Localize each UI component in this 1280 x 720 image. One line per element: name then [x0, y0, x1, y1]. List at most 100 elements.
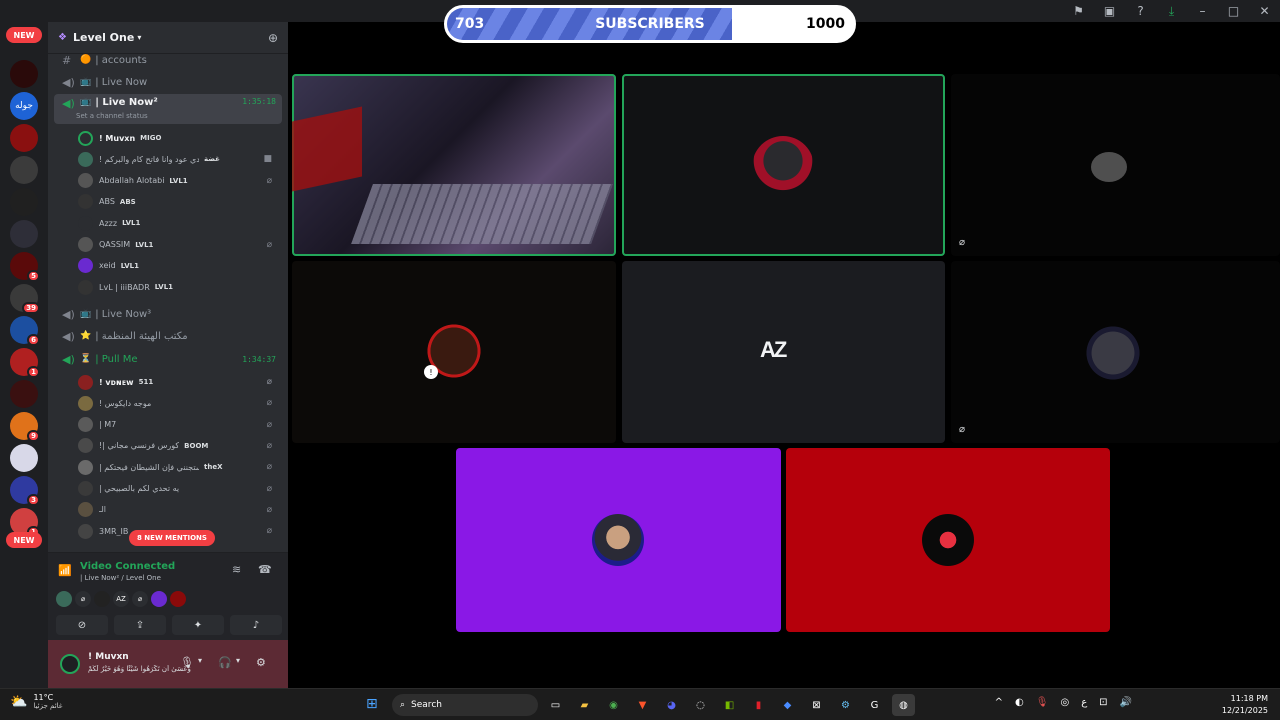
taskbar-search[interactable]: ⌕ Search [392, 694, 538, 716]
voice-user-row[interactable]: Azzz LVL1 [78, 213, 282, 233]
video-tile-user[interactable]: ! [292, 261, 616, 443]
maximize-icon[interactable]: □ [1218, 0, 1249, 22]
language-indicator[interactable]: ع [1081, 697, 1087, 708]
server-icon[interactable]: 3 [10, 476, 40, 506]
channel-live-now-2[interactable]: ◀) 📺 | Live Now² 1:35:18 Set a channel s… [54, 94, 282, 124]
channel-live-now[interactable]: ◀) 📺 | Live Now [54, 72, 282, 92]
channel-status[interactable]: Set a channel status [76, 112, 148, 120]
obs-icon[interactable]: ◍ [892, 694, 915, 716]
new-pill[interactable]: NEW [6, 27, 42, 43]
video-tile-user[interactable]: ⌀ [951, 74, 1280, 256]
activities-button[interactable]: ✦ [172, 615, 224, 635]
channel-accounts[interactable]: # 🟠 | accounts [54, 50, 282, 70]
screen-share-button[interactable]: ⇪ [114, 615, 166, 635]
invite-icon[interactable]: ⊕ [268, 31, 278, 45]
voice-user-row[interactable]: | يه تحدي لكم بالصبيحي ⌀ [78, 479, 282, 499]
download-icon[interactable]: ⤓ [1156, 0, 1187, 22]
soundboard-button[interactable]: ♪ [230, 615, 282, 635]
subscriber-label: SUBSCRIBERS [595, 16, 705, 32]
noise-suppression-icon[interactable]: ≋ [232, 563, 241, 576]
flag-icon[interactable]: ⚑ [1063, 0, 1094, 22]
server-icon[interactable]: جوله [10, 92, 38, 120]
app-icon[interactable]: ◆ [776, 694, 799, 716]
video-tile-user[interactable]: ⌀ [951, 261, 1280, 443]
minimize-icon[interactable]: – [1187, 0, 1218, 22]
voice-user-row[interactable]: ! Muvxn MIGO [78, 128, 282, 148]
video-tile-camera[interactable] [292, 74, 616, 256]
server-icon[interactable] [10, 60, 38, 88]
server-icon[interactable] [10, 380, 38, 408]
server-icon[interactable]: 6 [10, 316, 40, 346]
channel-office[interactable]: ◀) ⭐ | مكتب الهيئة المنظمة [54, 326, 282, 346]
file-explorer-icon[interactable]: ▰ [573, 694, 596, 716]
weather-widget[interactable]: ⛅ 11°C غائم جزئيا [10, 693, 62, 710]
server-icon[interactable]: 9 [10, 412, 40, 442]
nvidia-icon[interactable]: ◧ [718, 694, 741, 716]
video-tile-batman[interactable] [622, 74, 945, 256]
disconnect-icon[interactable]: ☎ [258, 563, 272, 576]
muted-icon: ⌀ [266, 483, 272, 494]
channel-pull-me[interactable]: ◀) ⏳ | Pull Me 1:34:37 [54, 349, 282, 369]
chevron-down-icon[interactable]: ▾ [198, 656, 202, 665]
tray-app-icon[interactable]: ◐ [1015, 697, 1024, 708]
chrome-icon[interactable]: ◉ [602, 694, 625, 716]
server-icon[interactable]: 1 [10, 348, 40, 378]
help-icon[interactable]: ? [1125, 0, 1156, 22]
signal-icon[interactable]: 📶 [58, 564, 72, 577]
app-icon[interactable]: ◌ [689, 694, 712, 716]
voice-status-subtitle[interactable]: | Live Now² / Level One [80, 574, 161, 582]
server-icon[interactable] [10, 156, 38, 184]
app-icon[interactable]: ▮ [747, 694, 770, 716]
steam-icon[interactable]: ⚙ [834, 694, 857, 716]
brave-icon[interactable]: ▼ [631, 694, 654, 716]
discord-icon[interactable]: ◕ [660, 694, 683, 716]
channel-live-now-3[interactable]: ◀) 📺 | Live Now³ [54, 304, 282, 324]
volume-icon[interactable]: 🔊 [1120, 697, 1132, 708]
tray-app-icon[interactable]: ◎ [1060, 697, 1069, 708]
inbox-icon[interactable]: ▣ [1094, 0, 1125, 22]
voice-user-row[interactable]: ! ᴠᴅɴᴇᴡ 511 ⌀ [78, 372, 282, 392]
server-icon[interactable] [10, 124, 38, 152]
headphones-icon[interactable]: 🎧 [218, 656, 232, 669]
new-pill[interactable]: NEW [6, 532, 42, 548]
microphone-icon[interactable]: 🎙 [1036, 697, 1049, 708]
server-icon[interactable] [10, 188, 38, 216]
close-icon[interactable]: ✕ [1249, 0, 1280, 22]
voice-user-row[interactable]: !| كورس فرنسي مجاني BOOM ⌀ [78, 436, 282, 456]
microphone-icon[interactable]: 🎙 [180, 656, 194, 669]
avatar [170, 591, 186, 607]
voice-user-row[interactable]: ! بدي عود وانا فاتح كام والبركم غضة ■ [78, 149, 282, 169]
chevron-up-icon[interactable]: ^ [995, 697, 1003, 708]
network-icon[interactable]: ⊡ [1099, 697, 1107, 708]
speaker-icon: ◀) [62, 75, 75, 89]
settings-gear-icon[interactable]: ⚙ [256, 656, 266, 669]
server-icon[interactable] [10, 220, 38, 248]
app-icon[interactable]: G [863, 694, 886, 716]
windows-start-icon[interactable]: ⊞ [366, 696, 378, 712]
voice-user-row[interactable]: QASSIM LVL1 ⌀ [78, 235, 282, 255]
taskbar-clock[interactable]: 11:18 PM 12/21/2025 [1222, 693, 1268, 717]
camera-off-button[interactable]: ⊘ [56, 615, 108, 635]
voice-user-row[interactable]: LvL | iiiBADR LVL1 [78, 277, 282, 297]
channel-label: | Live Now³ [95, 308, 152, 320]
voice-user-row[interactable]: ! موجه دايكوس ⌀ [78, 393, 282, 413]
new-mentions-pill[interactable]: 8 NEW MENTIONS [129, 530, 215, 546]
voice-user-row[interactable]: ABS ABS [78, 192, 282, 212]
voice-user-row[interactable]: xeid LVL1 [78, 256, 282, 276]
video-tile-purple[interactable] [456, 448, 781, 632]
xbox-icon[interactable]: ⊠ [805, 694, 828, 716]
task-view-icon[interactable]: ▭ [544, 694, 567, 716]
video-tile-red[interactable] [786, 448, 1110, 632]
voice-user-row[interactable]: الـ ⌀ [78, 500, 282, 520]
avatar [1083, 323, 1143, 383]
video-tile-az[interactable]: AZ [622, 261, 945, 443]
avatar[interactable] [60, 654, 80, 674]
server-icon[interactable] [10, 444, 38, 472]
voice-user-row[interactable]: | دائما ستجنني فإن الشيطان فيحتكم theX ⌀ [78, 457, 282, 477]
keyboard-shape [351, 184, 613, 244]
server-icon[interactable]: 39 [10, 284, 40, 314]
voice-user-row[interactable]: Abdallah Alotabi LVL1 ⌀ [78, 171, 282, 191]
voice-user-row[interactable]: | M7 ⌀ [78, 415, 282, 435]
chevron-down-icon[interactable]: ▾ [236, 656, 240, 665]
server-icon[interactable]: 5 [10, 252, 40, 282]
